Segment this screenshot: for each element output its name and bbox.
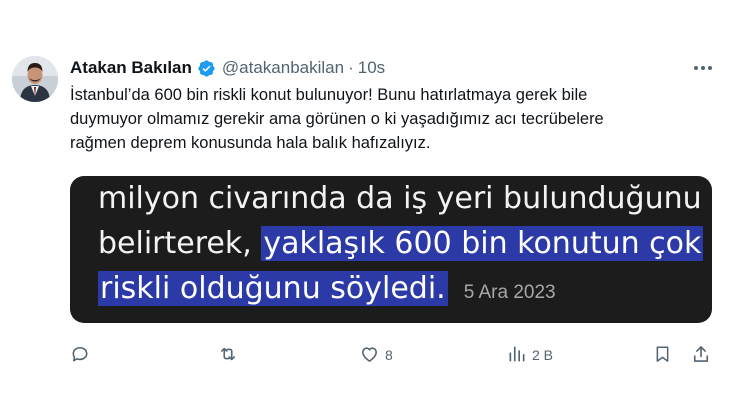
verified-badge-icon xyxy=(197,59,216,78)
views-count: 2 B xyxy=(532,347,554,363)
bookmark-button[interactable] xyxy=(653,342,672,368)
tweet-header: Atakan Bakılan @atakanbakilan · 10s xyxy=(70,57,385,79)
media-text-highlight: riskli olduğunu söyledi. xyxy=(98,271,448,306)
tweet-text-line: İstanbul’da 600 bin riskli konut bulunuy… xyxy=(70,86,588,104)
like-count: 8 xyxy=(385,347,393,363)
tweet-timestamp[interactable]: 10s xyxy=(358,58,385,78)
media-text-line: belirterek, yaklaşık 600 bin konutun çok xyxy=(98,226,704,261)
media-date: 5 Ara 2023 xyxy=(463,282,556,303)
heart-icon xyxy=(359,344,380,367)
media-text-line: milyon civarında da iş yeri bulunduğunu xyxy=(98,181,702,216)
tweet-text: İstanbul’da 600 bin riskli konut bulunuy… xyxy=(70,83,720,155)
share-button[interactable] xyxy=(691,342,711,368)
author-name[interactable]: Atakan Bakılan xyxy=(70,58,192,78)
bookmark-icon xyxy=(653,344,672,367)
media-text-plain: belirterek, xyxy=(98,226,262,261)
media-text-line: riskli olduğunu söyledi. 5 Ara 2023 xyxy=(98,271,556,306)
tweet-text-line: duymuyor olmamız gerekir ama görünen o k… xyxy=(70,110,604,128)
action-bar: 8 2 B xyxy=(70,342,715,368)
header-separator: · xyxy=(348,58,354,77)
reply-button[interactable] xyxy=(70,342,90,368)
media-text-highlight: yaklaşık 600 bin konutun çok xyxy=(261,226,704,261)
media-image[interactable]: milyon civarında da iş yeri bulunduğunu … xyxy=(70,176,712,323)
views-icon xyxy=(507,344,527,367)
retweet-button[interactable] xyxy=(217,342,239,368)
more-icon[interactable] xyxy=(690,58,716,78)
like-button[interactable]: 8 xyxy=(359,342,393,368)
tweet-text-line: rağmen deprem konusunda hala balık hafız… xyxy=(70,134,431,152)
views-button[interactable]: 2 B xyxy=(507,342,553,368)
reply-icon xyxy=(70,344,90,367)
avatar[interactable] xyxy=(12,56,58,102)
retweet-icon xyxy=(217,344,239,367)
share-icon xyxy=(691,344,711,367)
author-handle[interactable]: @atakanbakilan xyxy=(222,58,344,78)
tweet: Atakan Bakılan @atakanbakilan · 10s İsta… xyxy=(0,0,730,420)
